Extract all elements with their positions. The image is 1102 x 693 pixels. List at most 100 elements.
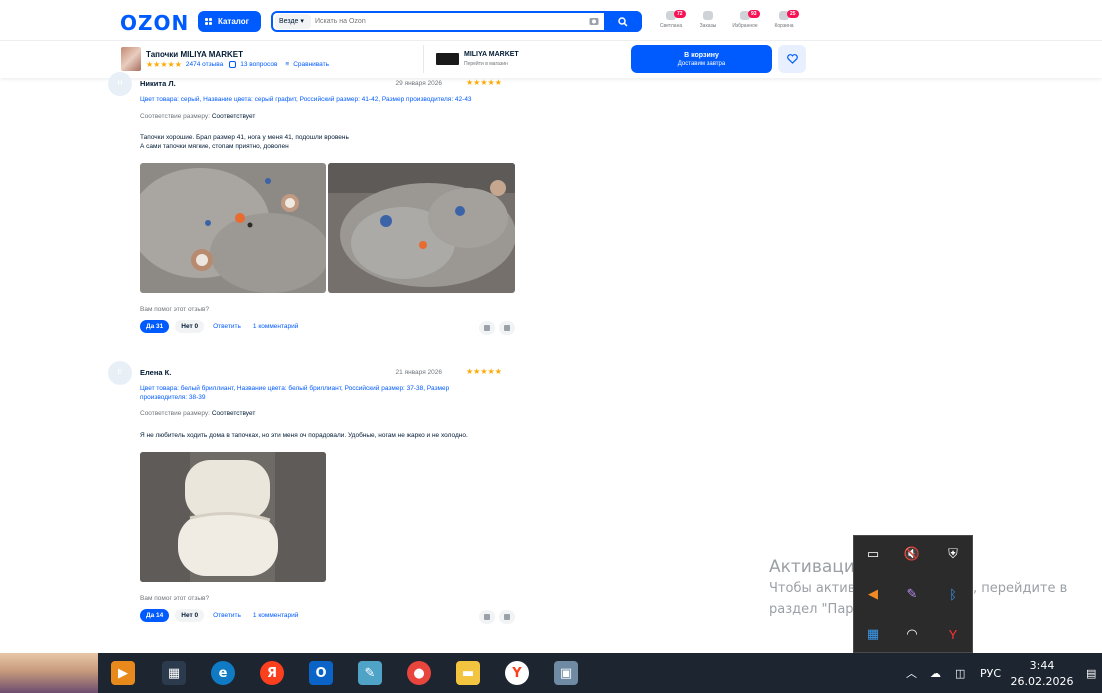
outlook-icon[interactable]: O [309, 661, 333, 685]
product-sticky-bar [0, 40, 1102, 78]
review-photo[interactable] [140, 163, 326, 293]
language-indicator[interactable]: РУС [980, 653, 1001, 693]
catalog-button[interactable]: Каталог [198, 11, 261, 32]
shield-icon[interactable]: ⛨ [943, 544, 963, 564]
divider [423, 45, 424, 73]
review-extra-actions [479, 321, 515, 335]
slipper-photo-image [140, 452, 326, 582]
yandex-browser-icon[interactable]: Y [505, 661, 529, 685]
review-properties-line: Цвет товара: белый бриллиант, Название ц… [140, 385, 450, 392]
system-tray-overflow: ▭ 🔇 ⛨ ◀ ✎ ᛒ ▦ ◠ Y [853, 535, 973, 653]
seller-logo[interactable] [436, 53, 459, 65]
avatar: Е [108, 361, 132, 385]
report-icon[interactable] [479, 321, 495, 335]
review-author: Никита Л. [140, 79, 176, 88]
battery-icon[interactable]: ▭ [863, 544, 883, 564]
profile-badge: 72 [674, 10, 686, 18]
product-title: Тапочки MILIYA MARKET [146, 50, 243, 59]
box-icon [703, 11, 713, 20]
search-input[interactable] [315, 13, 575, 30]
compare-icon: ≡ [285, 61, 290, 68]
report-icon[interactable] [479, 610, 495, 624]
clock-time: 3:44 [1029, 659, 1055, 672]
size-fit-label: Соответствие размеру: [140, 113, 210, 120]
seller-name[interactable]: MILIYA MARKET [464, 51, 519, 58]
clock[interactable]: 3:44 26.02.2026 [1010, 658, 1074, 690]
camera-icon[interactable]: ◫ [955, 653, 965, 693]
notepad-icon[interactable]: ✎ [358, 661, 382, 685]
reply-link[interactable]: Ответить [210, 320, 244, 333]
cart-link[interactable]: 25 Корзина [767, 10, 801, 29]
seller-store-link[interactable]: Перейти в магазин [464, 61, 508, 67]
media-player-icon[interactable]: ▶ [111, 661, 135, 685]
yandex-icon[interactable]: Я [260, 661, 284, 685]
favorites-badge: 93 [748, 10, 760, 18]
delivery-label: Доставим завтра [677, 61, 726, 67]
store-icon[interactable]: ▦ [162, 661, 186, 685]
wifi-icon[interactable]: ◠ [902, 624, 922, 644]
review-text-line: Тапочки хорошие. Брал размер 41, нога у … [140, 134, 349, 141]
search-scope-select[interactable]: Везде ▾ [275, 14, 311, 29]
add-to-cart-button[interactable]: В корзину Доставим завтра [631, 45, 772, 73]
profile-link[interactable]: 72 Светлана [654, 10, 688, 29]
bluetooth-icon[interactable]: ᛒ [943, 584, 963, 604]
size-fit-label: Соответствие размеру: [140, 410, 210, 417]
pen-icon[interactable]: ✎ [902, 584, 922, 604]
camera-icon[interactable] [589, 16, 599, 26]
search-icon [618, 16, 628, 27]
search-button[interactable] [604, 11, 642, 32]
review-actions: Да 31 Нет 0 Ответить 1 комментарий [140, 320, 301, 333]
review-extra-actions [479, 610, 515, 624]
helpful-no-button[interactable]: Нет 0 [175, 320, 205, 333]
share-icon[interactable] [499, 321, 515, 335]
questions-icon [229, 61, 237, 68]
edge-icon[interactable]: e [211, 661, 235, 685]
review-actions: Да 14 Нет 0 Ответить 1 комментарий [140, 609, 301, 622]
helpful-no-button[interactable]: Нет 0 [175, 609, 205, 622]
review-photo[interactable] [328, 163, 515, 293]
compare-link[interactable]: Сравнивать [293, 61, 329, 68]
helpful-yes-button[interactable]: Да 31 [140, 320, 170, 333]
file-explorer-icon[interactable]: ▬ [456, 661, 480, 685]
comments-link[interactable]: 1 комментарий [250, 609, 302, 622]
review-card: Н Никита Л. 29 января 2026 ★★★★★ Цвет то… [108, 72, 528, 345]
review-text: Тапочки хорошие. Брал размер 41, нога у … [140, 133, 520, 151]
app-icon[interactable]: ▦ [863, 624, 883, 644]
review-text: Я не любитель ходить дома в тапочках, но… [140, 431, 520, 440]
mute-icon[interactable]: 🔇 [902, 544, 922, 564]
clock-date: 26.02.2026 [1010, 675, 1074, 688]
grid-icon [205, 17, 213, 26]
notifications-icon[interactable]: ▤ [1086, 653, 1096, 693]
ozon-logo[interactable]: OZON [120, 11, 189, 35]
product-rating-stars: ★★★★★ [146, 60, 182, 69]
yandex-browser-icon[interactable]: Y [943, 624, 963, 644]
avatar: Н [108, 72, 132, 96]
product-meta: ★★★★★ 2474 отзыва 13 вопросов ≡ Сравнива… [146, 60, 329, 69]
reviews-link[interactable]: 2474 отзыва [186, 61, 223, 68]
size-fit-value: Соответствует [211, 410, 256, 417]
helpful-question: Вам помог этот отзыв? [140, 306, 210, 313]
questions-link[interactable]: 13 вопросов [240, 61, 277, 68]
comments-link[interactable]: 1 комментарий [250, 320, 302, 333]
search-bar: Везде ▾ [271, 11, 642, 32]
review-properties-line: производителя: 38-39 [140, 394, 206, 401]
product-thumbnail[interactable] [121, 47, 141, 71]
speaker-icon[interactable]: ◀ [863, 584, 883, 604]
review-photo[interactable] [140, 452, 326, 582]
share-icon[interactable] [499, 610, 515, 624]
app-icon[interactable]: ▣ [554, 661, 578, 685]
chrome-icon[interactable]: ● [407, 661, 431, 685]
network-off-icon[interactable]: ☁ [930, 653, 941, 693]
favorite-button[interactable] [778, 45, 806, 73]
helpful-yes-button[interactable]: Да 14 [140, 609, 170, 622]
slipper-photo-image [328, 163, 515, 293]
reply-link[interactable]: Ответить [210, 609, 244, 622]
orders-link[interactable]: Заказы [691, 11, 725, 29]
review-size-fit: Соответствие размеру: Соответствует [140, 410, 255, 417]
chevron-up-icon[interactable]: ︿ [906, 653, 917, 693]
review-properties: Цвет товара: серый, Название цвета: серы… [140, 96, 472, 103]
review-date: 29 января 2026 [395, 80, 442, 87]
favorites-link[interactable]: 93 Избранное [728, 10, 762, 29]
desktop-wallpaper-thumbnail[interactable] [0, 653, 98, 693]
size-fit-value: Соответствует [211, 113, 256, 120]
